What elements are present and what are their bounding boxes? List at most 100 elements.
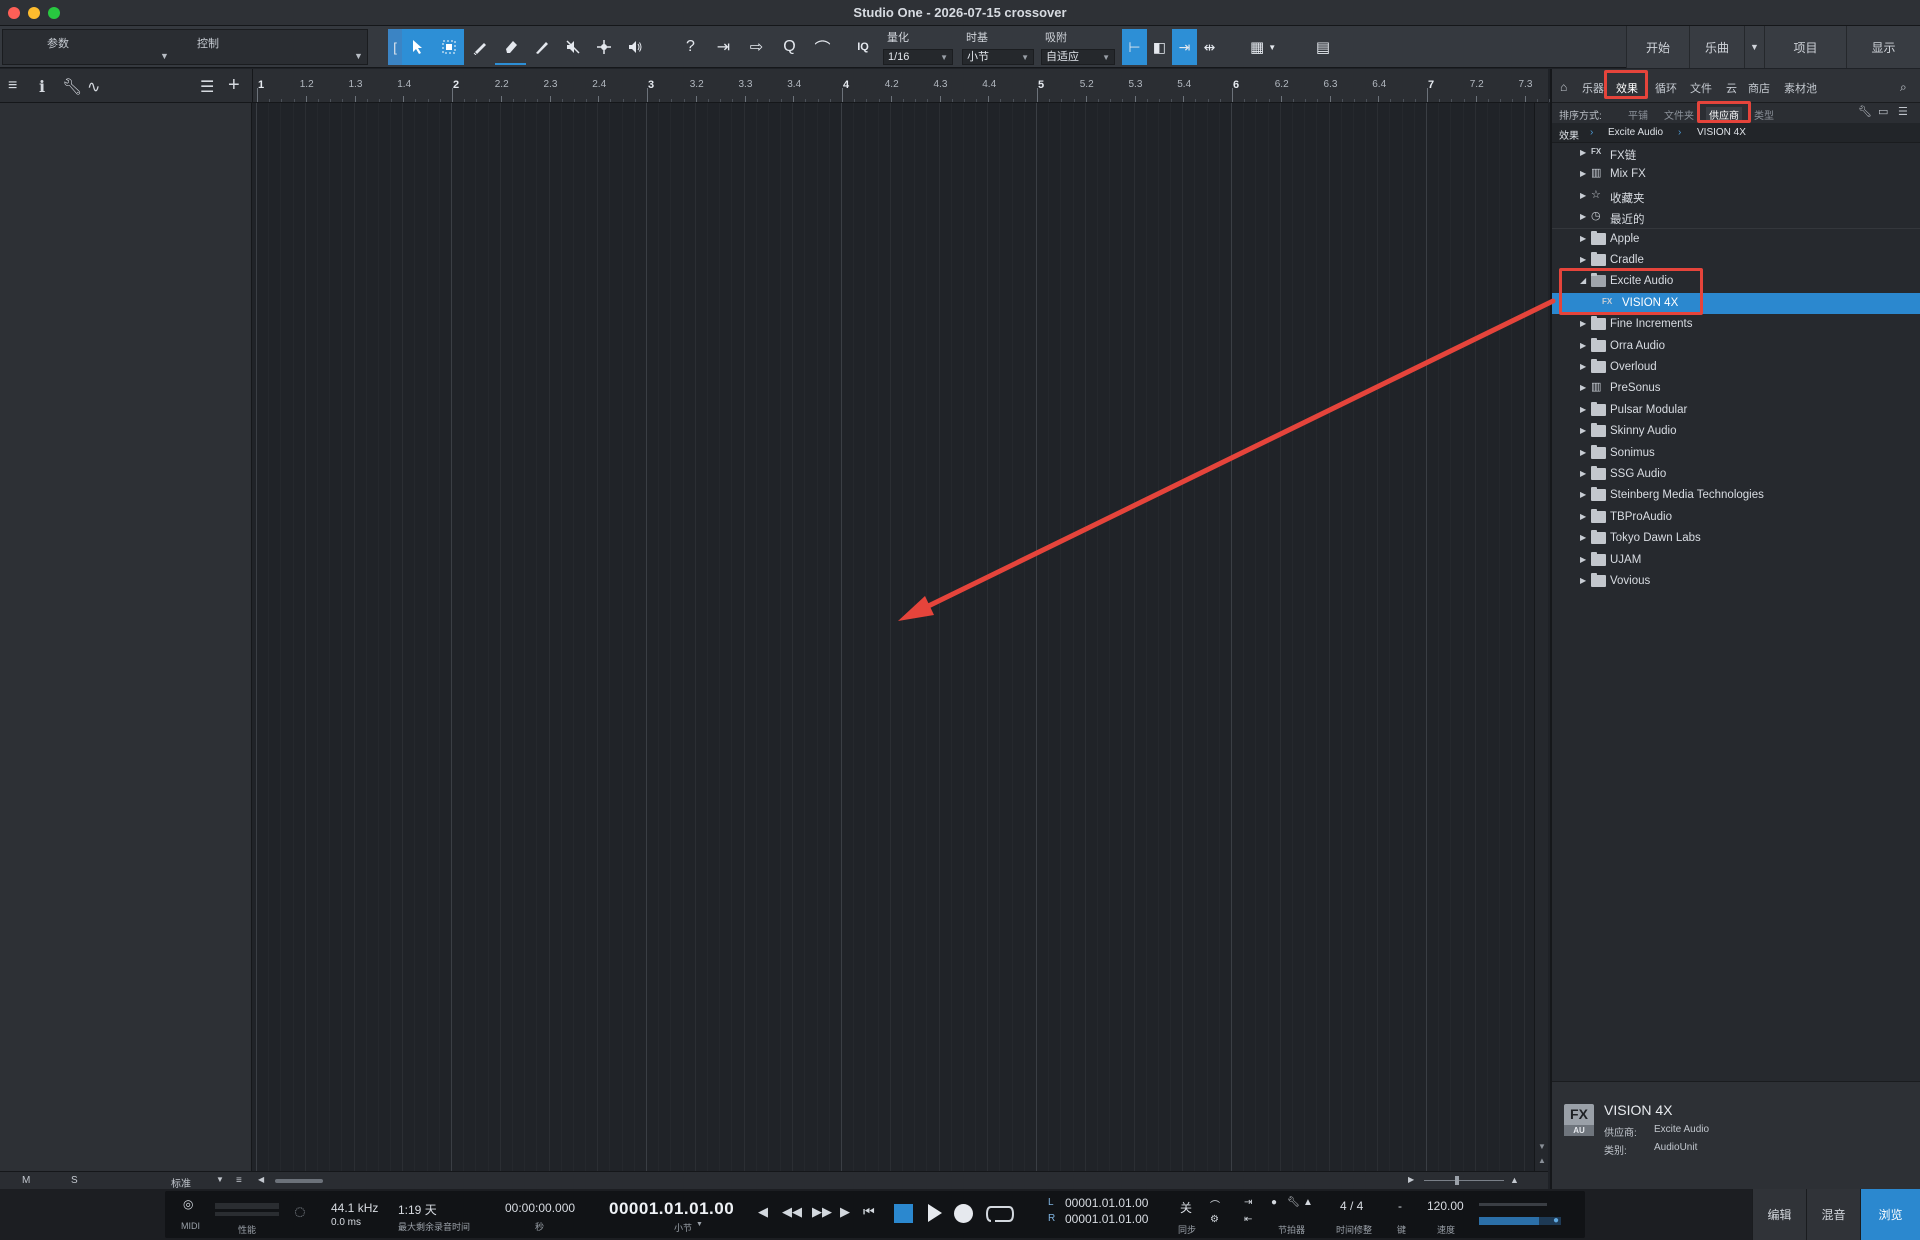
split-tool-icon[interactable] bbox=[464, 29, 495, 65]
sort-flat[interactable]: 平铺 bbox=[1628, 107, 1648, 122]
tree-item[interactable]: ▶ Steinberg Media Technologies bbox=[1552, 485, 1920, 506]
scroll-down-icon[interactable]: ▼ bbox=[1538, 1142, 1546, 1151]
breadcrumb-vendor[interactable]: Excite Audio bbox=[1608, 127, 1663, 138]
tab-project[interactable]: 项目 bbox=[1764, 26, 1846, 68]
snap-grid-icon[interactable]: ⊢ bbox=[1122, 29, 1147, 65]
zoom-slider-thumb[interactable] bbox=[1455, 1176, 1459, 1185]
track-list-icon[interactable]: ≡ bbox=[8, 77, 17, 95]
add-track-icon[interactable]: + bbox=[228, 74, 240, 97]
expand-icon[interactable]: ▶ bbox=[1580, 469, 1586, 478]
song-dropdown-icon[interactable]: ▼ bbox=[1744, 26, 1764, 68]
expand-icon[interactable]: ▶ bbox=[1580, 255, 1586, 264]
browser-preview-icon[interactable]: ▭ bbox=[1878, 105, 1888, 118]
breadcrumb-effects[interactable]: 效果 bbox=[1559, 127, 1579, 142]
automation-icon[interactable]: ∿ bbox=[87, 77, 100, 97]
expand-icon[interactable]: ▶ bbox=[1580, 405, 1586, 414]
follow-icon[interactable]: ⇹ bbox=[1197, 29, 1222, 65]
sort-type[interactable]: 类型 bbox=[1754, 107, 1774, 122]
wrench-icon[interactable]: 🔧︎ bbox=[62, 77, 82, 97]
loop-right-value[interactable]: 00001.01.01.00 bbox=[1065, 1212, 1148, 1226]
time-signature[interactable]: 4 / 4 bbox=[1340, 1199, 1363, 1213]
browser-wrench-icon[interactable]: 🔧︎ bbox=[1858, 105, 1872, 118]
tempo-value[interactable]: 120.00 bbox=[1427, 1199, 1464, 1213]
forward-icon[interactable]: ▶▶ bbox=[812, 1204, 832, 1220]
rewind-icon[interactable]: ◀◀ bbox=[782, 1204, 802, 1220]
tree-item[interactable]: ▶ FX FX链 bbox=[1552, 143, 1920, 164]
control-dropdown-icon[interactable]: ▼ bbox=[354, 51, 363, 61]
tab-loops[interactable]: 循环 bbox=[1655, 80, 1677, 96]
forward-end-icon[interactable]: ▶ bbox=[840, 1204, 850, 1220]
tab-instruments[interactable]: 乐器 bbox=[1582, 80, 1604, 96]
tab-start[interactable]: 开始 bbox=[1626, 26, 1689, 68]
mute-tool-icon[interactable] bbox=[557, 29, 588, 65]
tree-item[interactable]: ▶ ▥ PreSonus bbox=[1552, 378, 1920, 399]
expand-icon[interactable]: ▶ bbox=[1580, 319, 1586, 328]
track-layout-icon[interactable]: ≡ bbox=[236, 1175, 242, 1186]
tree-item[interactable]: ▶ ☆ 收藏夹 bbox=[1552, 186, 1920, 207]
arrow-tool-icon[interactable] bbox=[402, 29, 433, 65]
breadcrumb-plugin[interactable]: VISION 4X bbox=[1697, 127, 1746, 138]
sync-value[interactable]: 关 bbox=[1180, 1199, 1192, 1216]
autoscroll-icon[interactable]: ⇥ bbox=[1172, 29, 1197, 65]
tree-item[interactable]: ▶ ◷ 最近的 bbox=[1552, 207, 1920, 228]
preroll-icon[interactable]: ⇤ bbox=[1244, 1214, 1252, 1225]
range-tool-icon[interactable] bbox=[433, 29, 464, 65]
tab-store[interactable]: 商店 bbox=[1748, 80, 1770, 96]
nudge-forward-icon[interactable]: ⇥ bbox=[707, 29, 740, 65]
loop-button-icon[interactable] bbox=[985, 1203, 1015, 1225]
tab-cloud[interactable]: 云 bbox=[1726, 80, 1737, 96]
inspector-icon[interactable]: i bbox=[39, 77, 45, 96]
expand-icon[interactable]: ▶ bbox=[1580, 362, 1586, 371]
tree-item[interactable]: ▶ Vovious bbox=[1552, 571, 1920, 592]
scroll-right-icon[interactable]: ▶ bbox=[1408, 1175, 1414, 1184]
tab-mix[interactable]: 混音 bbox=[1806, 1189, 1860, 1240]
tab-song[interactable]: 乐曲 bbox=[1689, 26, 1744, 68]
loop-rec-icon[interactable]: ⌒ bbox=[806, 29, 839, 65]
scroll-zoom-icon[interactable]: ▲ bbox=[1538, 1156, 1546, 1165]
expand-icon[interactable]: ▶ bbox=[1580, 533, 1586, 542]
eraser-tool-icon[interactable] bbox=[495, 29, 526, 65]
mute-all-button[interactable]: M bbox=[22, 1175, 30, 1186]
stop-button[interactable] bbox=[894, 1204, 913, 1223]
snap-select[interactable]: 吸附 自适应 ▼ bbox=[1041, 29, 1115, 65]
browser-list-icon[interactable]: ☰ bbox=[1898, 105, 1908, 118]
tab-files[interactable]: 文件 bbox=[1690, 80, 1712, 96]
position-dropdown-icon[interactable]: ▼ bbox=[696, 1221, 703, 1228]
track-options-icon[interactable]: ☰ bbox=[200, 77, 214, 97]
expand-icon[interactable]: ▶ bbox=[1580, 191, 1586, 200]
metronome-settings-icon[interactable]: 🔧︎ bbox=[1287, 1197, 1300, 1208]
tree-item[interactable]: ▶ Pulsar Modular bbox=[1552, 400, 1920, 421]
expand-icon[interactable]: ▶ bbox=[1580, 148, 1586, 157]
horizontal-scroll-thumb[interactable] bbox=[275, 1179, 323, 1183]
search-zoom-icon[interactable]: Q bbox=[773, 29, 806, 65]
expand-icon[interactable]: ▶ bbox=[1580, 512, 1586, 521]
video-icon[interactable]: ▤ bbox=[1312, 29, 1334, 65]
tree-item[interactable]: ▶ TBProAudio bbox=[1552, 507, 1920, 528]
tree-item[interactable]: ▶ SSG Audio bbox=[1552, 464, 1920, 485]
tab-show[interactable]: 显示 bbox=[1846, 26, 1920, 68]
loop-left-value[interactable]: 00001.01.01.00 bbox=[1065, 1196, 1148, 1210]
expand-icon[interactable]: ▶ bbox=[1580, 212, 1586, 221]
position-display[interactable]: 00001.01.01.00 bbox=[609, 1199, 734, 1219]
expand-icon[interactable]: ▶ bbox=[1580, 490, 1586, 499]
tab-browse[interactable]: 浏览 bbox=[1860, 1189, 1920, 1240]
tree-item[interactable]: ▶ Skinny Audio bbox=[1552, 421, 1920, 442]
key-value[interactable]: - bbox=[1398, 1199, 1402, 1213]
tree-item[interactable]: ▶ Orra Audio bbox=[1552, 336, 1920, 357]
help-icon[interactable]: ? bbox=[674, 29, 707, 65]
params-dropdown-icon[interactable]: ▼ bbox=[160, 51, 169, 61]
snap-marker-icon[interactable]: ◧ bbox=[1147, 29, 1172, 65]
expand-icon[interactable]: ▶ bbox=[1580, 448, 1586, 457]
expand-icon[interactable]: ▶ bbox=[1580, 555, 1586, 564]
expand-icon[interactable]: ▶ bbox=[1580, 576, 1586, 585]
tab-edit[interactable]: 编辑 bbox=[1752, 1189, 1806, 1240]
precount-icon[interactable]: ⌒ bbox=[1210, 1197, 1220, 1212]
metronome-icon[interactable]: ▲ bbox=[1303, 1197, 1313, 1208]
tree-item[interactable]: ▶ Sonimus bbox=[1552, 443, 1920, 464]
track-height-dropdown-icon[interactable]: ▼ bbox=[216, 1175, 224, 1184]
expand-icon[interactable]: ▶ bbox=[1580, 383, 1586, 392]
tool-bracket-icon[interactable]: [ bbox=[388, 29, 402, 65]
sort-folder[interactable]: 文件夹 bbox=[1664, 107, 1694, 122]
metronome-dot-icon[interactable]: ● bbox=[1271, 1197, 1277, 1208]
tree-item[interactable]: ▶ ▥ Mix FX bbox=[1552, 164, 1920, 185]
